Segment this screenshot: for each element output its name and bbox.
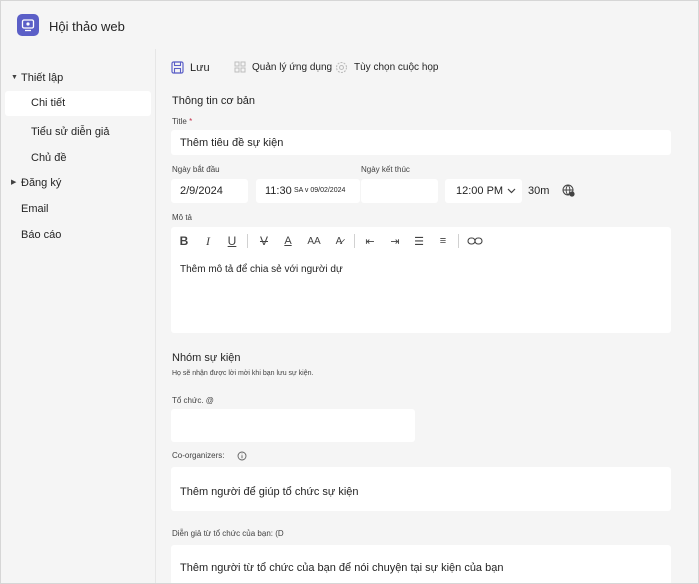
webinar-window: Hội thảo web ▼ Thiết lập Chi tiết Tiểu s… <box>0 0 699 584</box>
indent-icon[interactable]: ⇥ <box>387 233 403 249</box>
info-icon[interactable] <box>237 451 247 461</box>
sidebar-group-registration[interactable]: Đăng ký <box>21 177 61 189</box>
underline-icon[interactable]: U <box>224 233 240 249</box>
event-group-note: Họ sẽ nhận được lời mời khi bạn lưu sự k… <box>172 370 314 377</box>
presenters-label: Diễn giả từ tổ chức của bạn: (D <box>172 529 284 538</box>
organizer-label: Tổ chức. @ <box>172 396 214 405</box>
outdent-icon[interactable]: ⇤ <box>362 233 378 249</box>
end-date-field[interactable] <box>361 179 438 203</box>
toolbar-divider <box>247 234 248 248</box>
font-size-icon[interactable]: AA <box>304 233 324 249</box>
sidebar-group-setup[interactable]: Thiết lập <box>21 72 63 84</box>
coorganizers-label: Co-organizers: <box>172 451 225 460</box>
clear-format-icon[interactable]: A̷ <box>330 233 348 249</box>
event-group-heading: Nhóm sự kiện <box>172 352 241 364</box>
link-icon[interactable] <box>467 236 483 246</box>
sidebar-item-reports[interactable]: Báo cáo <box>21 229 61 241</box>
start-time-field[interactable]: 11:30 SA v 09/02/2024 <box>256 179 360 203</box>
apps-icon <box>234 61 246 73</box>
description-label: Mô tả <box>172 213 193 222</box>
description-placeholder: Thêm mô tả để chia sẻ với người dự <box>180 264 343 275</box>
chevron-down-icon <box>507 188 516 194</box>
save-button[interactable]: Lưu <box>171 61 210 74</box>
bullet-list-icon[interactable]: ☰ <box>411 233 427 249</box>
numbered-list-icon[interactable]: ≡ <box>435 233 451 249</box>
sidebar-item-email[interactable]: Email <box>21 203 49 215</box>
gear-icon <box>335 61 348 74</box>
required-marker: * <box>189 117 193 126</box>
sidebar-item-details[interactable]: Chi tiết <box>5 91 151 116</box>
organizer-field[interactable] <box>171 409 415 442</box>
title-label: Title * <box>172 117 193 126</box>
webinar-app-icon <box>17 14 39 36</box>
caret-down-icon[interactable]: ▼ <box>11 74 18 81</box>
start-date-field[interactable]: 2/9/2024 <box>171 179 248 203</box>
sidebar-item-themes[interactable]: Chủ đề <box>31 152 66 164</box>
italic-icon[interactable]: I <box>200 233 216 249</box>
presenters-field[interactable]: Thêm người từ tổ chức của bạn để nói chu… <box>171 545 671 583</box>
save-icon <box>171 61 184 74</box>
title-input[interactable]: Thêm tiêu đề sự kiện <box>171 130 671 155</box>
highlight-icon[interactable]: A <box>280 233 296 249</box>
title-bar: Hội thảo web <box>1 1 698 50</box>
basic-info-heading: Thông tin cơ bản <box>172 95 256 107</box>
coorganizers-field[interactable]: Thêm người để giúp tổ chức sự kiện <box>171 467 671 511</box>
strikethrough-icon[interactable]: V <box>256 233 272 249</box>
end-date-label: Ngày kết thúc <box>361 165 410 174</box>
app-title: Hội thảo web <box>49 19 125 34</box>
meeting-options-button[interactable]: Tùy chọn cuộc họp <box>335 61 439 74</box>
end-time-dropdown[interactable]: 12:00 PM <box>445 179 522 203</box>
timezone-globe-icon[interactable] <box>562 184 575 197</box>
toolbar-divider <box>458 234 459 248</box>
bold-icon[interactable]: B <box>176 233 192 249</box>
start-date-label: Ngày bắt đầu <box>172 165 220 174</box>
duration-text: 30m <box>528 185 550 197</box>
sidebar-item-speaker-bios[interactable]: Tiểu sử diễn giả <box>31 126 110 138</box>
toolbar-divider <box>354 234 355 248</box>
caret-right-icon[interactable]: ▶ <box>11 178 16 186</box>
sidebar-item-label: Chi tiết <box>31 97 66 109</box>
manage-apps-button[interactable]: Quản lý ứng dụng <box>234 61 332 73</box>
